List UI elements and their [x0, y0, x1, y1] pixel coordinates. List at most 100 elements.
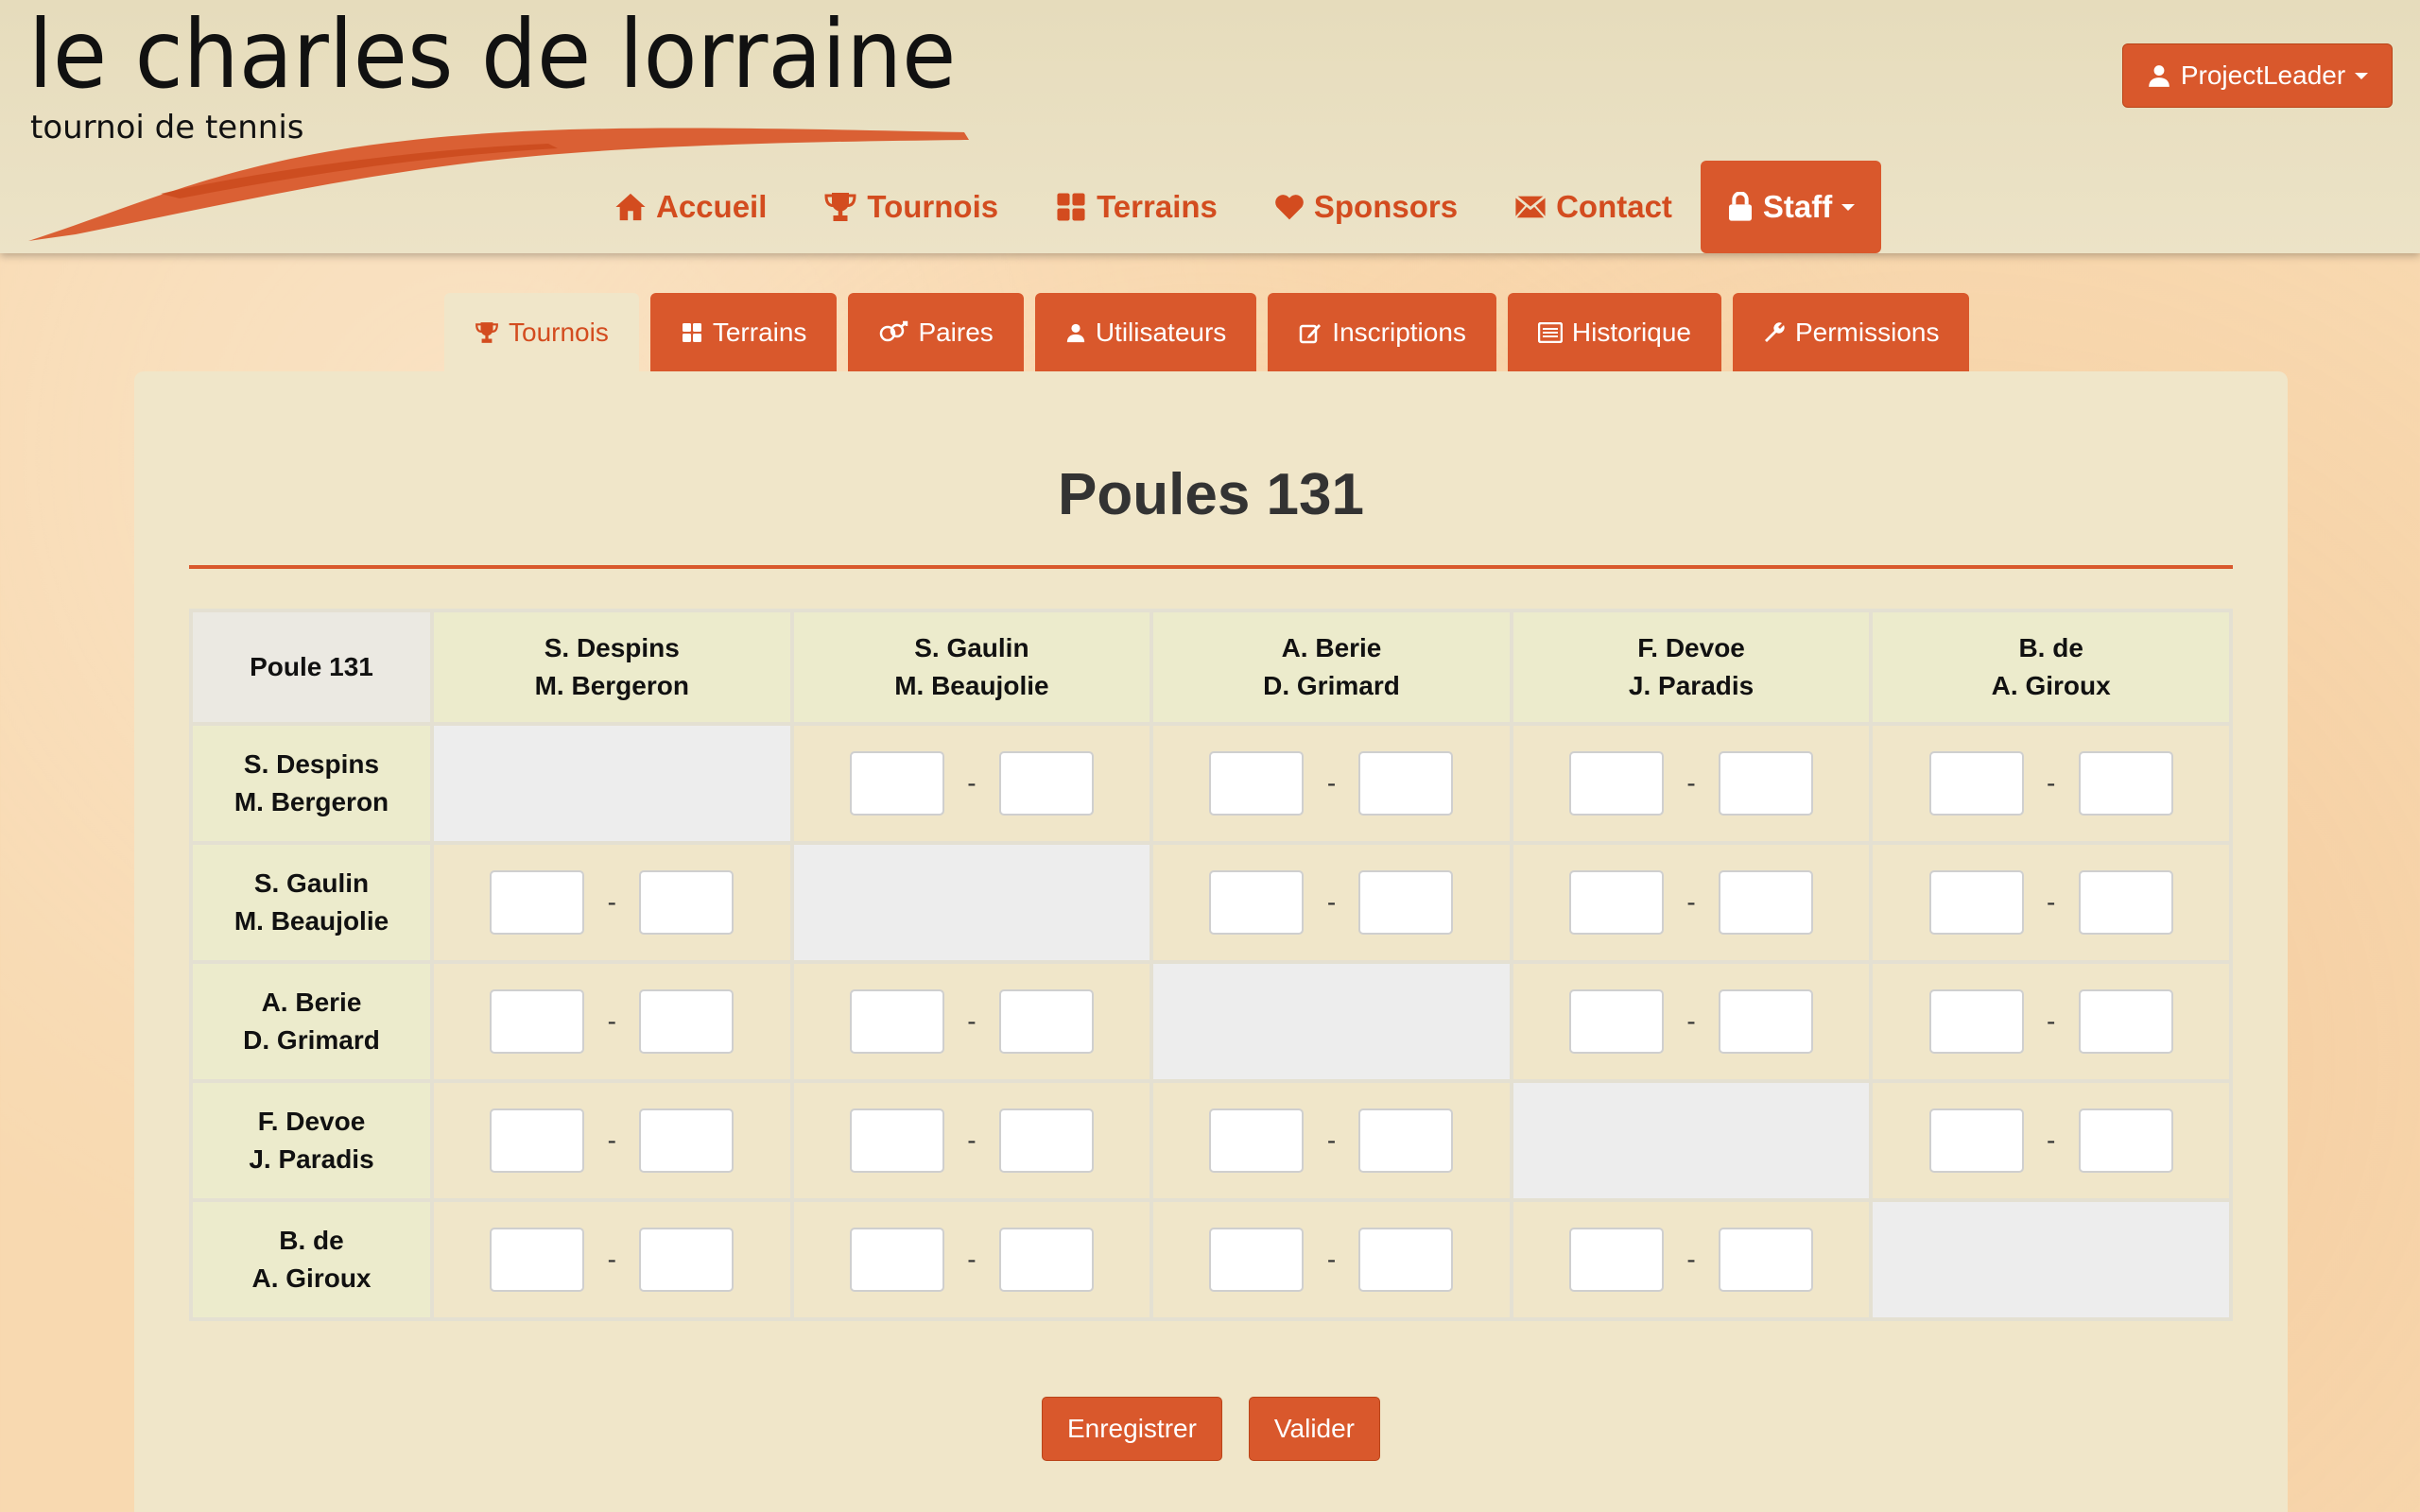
score-input-away[interactable]: [1358, 1228, 1454, 1292]
score-input-away[interactable]: [998, 989, 1094, 1054]
nav-item-accueil[interactable]: Accueil: [586, 161, 795, 253]
score-input-away[interactable]: [1358, 870, 1454, 935]
score-separator: -: [2047, 768, 2056, 798]
score-input-home[interactable]: [1569, 989, 1665, 1054]
score-input-away[interactable]: [2078, 751, 2173, 816]
score-input-home[interactable]: [849, 989, 944, 1054]
score-input-away[interactable]: [998, 1108, 1094, 1173]
score-input-home[interactable]: [1209, 870, 1305, 935]
score-separator: -: [2047, 1125, 2056, 1155]
score-cell: -: [1509, 841, 1874, 964]
score-input-home[interactable]: [1569, 751, 1665, 816]
nav-label: Sponsors: [1313, 189, 1459, 224]
score-input-home[interactable]: [1928, 751, 2024, 816]
home-icon: [614, 192, 647, 222]
score-input-home[interactable]: [1928, 870, 2024, 935]
score-cell: -: [430, 1079, 794, 1202]
tab-historique[interactable]: Historique: [1507, 293, 1721, 372]
score-input-home[interactable]: [849, 751, 944, 816]
score-input-away[interactable]: [998, 1228, 1094, 1292]
score-cell: -: [789, 1079, 1154, 1202]
score-pair: -: [1209, 751, 1454, 816]
score-input-home[interactable]: [490, 989, 585, 1054]
score-input-home[interactable]: [849, 1108, 944, 1173]
score-pair: -: [1928, 870, 2173, 935]
score-input-away[interactable]: [1719, 870, 1814, 935]
score-cell: -: [430, 1198, 794, 1321]
nav-item-tournois[interactable]: Tournois: [795, 161, 1027, 253]
score-pair: -: [849, 1228, 1094, 1292]
lock-icon: [1727, 192, 1754, 222]
score-cell: -: [430, 841, 794, 964]
nav-item-sponsors[interactable]: Sponsors: [1246, 161, 1486, 253]
admin-tabs: Tournois Terrains Paires Utilisateurs In…: [444, 293, 1970, 372]
score-input-away[interactable]: [639, 1108, 735, 1173]
tab-paires[interactable]: Paires: [848, 293, 1024, 372]
score-input-home[interactable]: [490, 1228, 585, 1292]
score-cell: -: [1150, 722, 1513, 845]
main-nav: Accueil Tournois Terrains Sponsors Conta…: [586, 161, 1882, 255]
tab-permissions[interactable]: Permissions: [1732, 293, 1970, 372]
score-input-away[interactable]: [2078, 870, 2173, 935]
validate-button[interactable]: Valider: [1248, 1397, 1381, 1461]
tab-tournois[interactable]: Tournois: [444, 293, 639, 372]
score-input-away[interactable]: [639, 1228, 735, 1292]
column-header: A. Berie D. Grimard: [1150, 609, 1513, 726]
score-pair: -: [1928, 989, 2173, 1054]
column-header: S. Despins M. Bergeron: [430, 609, 794, 726]
tab-inscriptions[interactable]: Inscriptions: [1268, 293, 1496, 372]
table-row: S. Gaulin M. Beaujolie - - - -: [189, 841, 2233, 964]
score-input-home[interactable]: [1209, 1228, 1305, 1292]
caret-down-icon: [2355, 71, 2369, 80]
score-separator: -: [2047, 887, 2056, 917]
score-input-home[interactable]: [1928, 1108, 2024, 1173]
nav-item-terrains[interactable]: Terrains: [1027, 161, 1246, 253]
score-input-away[interactable]: [2078, 989, 2173, 1054]
user-menu-button[interactable]: ProjectLeader: [2122, 43, 2393, 108]
nav-item-contact[interactable]: Contact: [1486, 161, 1701, 253]
score-pair: -: [1569, 870, 1814, 935]
score-input-home[interactable]: [490, 870, 585, 935]
score-input-home[interactable]: [1569, 1228, 1665, 1292]
score-input-away[interactable]: [1719, 751, 1814, 816]
score-input-away[interactable]: [2078, 1108, 2173, 1173]
row-header: S. Gaulin M. Beaujolie: [189, 841, 434, 964]
nav-item-staff[interactable]: Staff: [1700, 161, 1882, 253]
score-pair: -: [849, 989, 1094, 1054]
save-button[interactable]: Enregistrer: [1041, 1397, 1222, 1461]
score-input-away[interactable]: [1719, 1228, 1814, 1292]
score-input-home[interactable]: [1928, 989, 2024, 1054]
grid-icon: [1055, 192, 1087, 222]
site-logo-title[interactable]: le charles de lorraine: [28, 8, 956, 102]
diagonal-empty-cell: [430, 722, 794, 845]
score-pair: -: [1209, 1228, 1454, 1292]
score-input-home[interactable]: [1209, 751, 1305, 816]
tab-utilisateurs[interactable]: Utilisateurs: [1034, 293, 1257, 372]
score-cell: -: [1150, 1198, 1513, 1321]
tab-terrains[interactable]: Terrains: [649, 293, 838, 372]
score-input-away[interactable]: [1358, 1108, 1454, 1173]
table-row: F. Devoe J. Paradis - - - -: [189, 1079, 2233, 1202]
score-separator: -: [1686, 887, 1696, 917]
nav-label: Terrains: [1097, 189, 1218, 224]
content-panel: Poules 131 Poule 131 S. Despins M. Berger…: [134, 371, 2288, 1512]
score-input-away[interactable]: [1719, 989, 1814, 1054]
score-input-away[interactable]: [639, 870, 735, 935]
score-input-home[interactable]: [1209, 1108, 1305, 1173]
score-input-away[interactable]: [998, 751, 1094, 816]
score-cell: -: [789, 1198, 1154, 1321]
row-header: F. Devoe J. Paradis: [189, 1079, 434, 1202]
score-input-away[interactable]: [1358, 751, 1454, 816]
score-cell: -: [1869, 1079, 2233, 1202]
score-input-home[interactable]: [849, 1228, 944, 1292]
grid-icon: [681, 322, 703, 343]
score-separator: -: [607, 887, 616, 917]
score-input-home[interactable]: [1569, 870, 1665, 935]
table-row: B. de A. Giroux - - - -: [189, 1198, 2233, 1321]
list-icon: [1537, 322, 1563, 343]
score-input-home[interactable]: [490, 1108, 585, 1173]
diagonal-empty-cell: [1869, 1198, 2233, 1321]
tab-label: Paires: [918, 318, 994, 347]
title-divider: [189, 565, 2233, 569]
score-input-away[interactable]: [639, 989, 735, 1054]
